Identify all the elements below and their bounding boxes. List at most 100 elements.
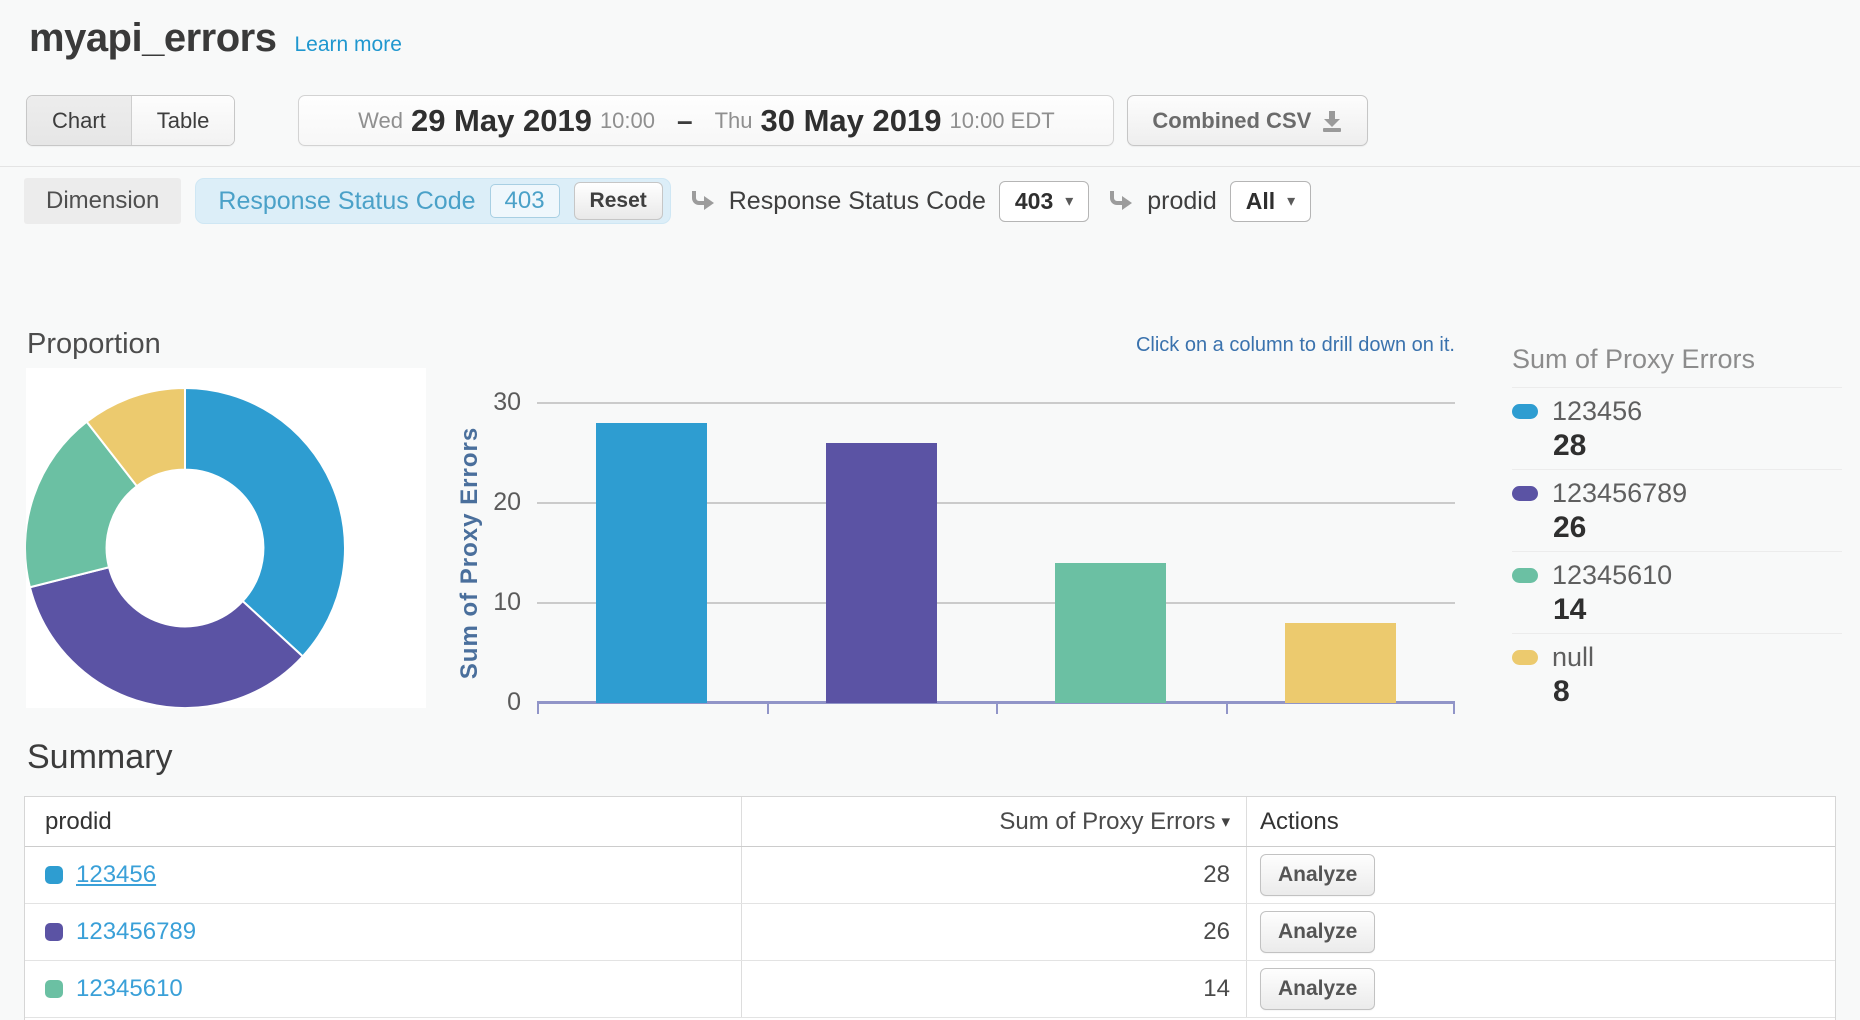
bar-null[interactable]	[1285, 623, 1396, 703]
y-tick-0: 0	[447, 688, 521, 717]
reset-filter-button[interactable]: Reset	[574, 182, 663, 220]
x-axis-tick	[767, 704, 769, 714]
chevron-down-icon: ▾	[1287, 191, 1295, 211]
start-date: 29 May 2019	[411, 103, 592, 139]
column-header-prodid[interactable]: prodid	[25, 797, 741, 846]
x-axis-tick	[996, 704, 998, 714]
proportion-title: Proportion	[27, 328, 161, 361]
drilldown-1-select[interactable]: 403 ▾	[999, 181, 1089, 222]
end-time: 10:00 EDT	[949, 108, 1054, 134]
legend-title: Sum of Proxy Errors	[1512, 340, 1842, 387]
sort-desc-icon: ▾	[1221, 812, 1230, 832]
view-toggle: Chart Table	[26, 95, 235, 146]
drilldown-2-select[interactable]: All ▾	[1230, 181, 1311, 222]
page-header: myapi_errors Learn more	[29, 16, 402, 61]
legend-color-chip	[1512, 568, 1538, 583]
start-day: Wed	[358, 108, 403, 134]
active-filter-chip: Response Status Code 403 Reset	[195, 178, 670, 224]
combined-csv-button[interactable]: Combined CSV	[1127, 95, 1368, 146]
summary-title: Summary	[27, 738, 172, 777]
y-tick-30: 30	[447, 388, 521, 417]
drilldown-hint: Click on a column to drill down on it.	[600, 334, 1455, 357]
legend-label: 123456789	[1552, 478, 1687, 509]
date-separator: –	[677, 105, 693, 137]
legend-label: null	[1552, 642, 1594, 673]
start-time: 10:00	[600, 108, 655, 134]
table-row-123456: 123456 28 Analyze	[25, 847, 1835, 904]
legend-color-chip	[1512, 404, 1538, 419]
column-header-actions: Actions	[1246, 797, 1835, 846]
bar-chart-y-axis-label: Sum of Proxy Errors	[456, 427, 484, 679]
legend-color-chip	[1512, 486, 1538, 501]
gridline-30	[537, 402, 1455, 404]
legend-value: 8	[1512, 675, 1842, 709]
table-row-123456789: 123456789 26 Analyze	[25, 904, 1835, 961]
actions-cell: Analyze	[1246, 847, 1835, 903]
chart-legend: Sum of Proxy Errors 12345628123456789261…	[1512, 340, 1842, 715]
analyze-button[interactable]: Analyze	[1260, 854, 1375, 896]
prodid-link[interactable]: 123456789	[76, 918, 196, 946]
active-filter-name: Response Status Code	[218, 187, 475, 216]
prodid-link[interactable]: 123456	[76, 861, 156, 889]
chart-view-button[interactable]: Chart	[27, 96, 131, 145]
analyze-button[interactable]: Analyze	[1260, 968, 1375, 1010]
section-divider	[0, 166, 1860, 167]
y-tick-20: 20	[447, 488, 521, 517]
filter-bar: Dimension Response Status Code 403 Reset…	[24, 178, 1311, 224]
learn-more-link[interactable]: Learn more	[294, 33, 401, 57]
bar-123456[interactable]	[596, 423, 707, 703]
download-icon	[1321, 110, 1343, 132]
legend-value: 26	[1512, 511, 1842, 545]
value-cell: 14	[741, 961, 1246, 1017]
value-cell: 26	[741, 904, 1246, 960]
value-cell: 28	[741, 847, 1246, 903]
y-tick-10: 10	[447, 588, 521, 617]
actions-cell: Analyze	[1246, 904, 1835, 960]
x-axis-tick	[537, 704, 539, 714]
bar-12345610[interactable]	[1055, 563, 1166, 703]
date-range-picker[interactable]: Wed 29 May 2019 10:00 – Thu 30 May 2019 …	[298, 95, 1114, 146]
table-row-12345610: 12345610 14 Analyze	[25, 961, 1835, 1018]
end-day: Thu	[715, 108, 753, 134]
toolbar: Chart Table Wed 29 May 2019 10:00 – Thu …	[26, 95, 1368, 146]
x-axis-tick	[1453, 704, 1455, 714]
legend-item-123456789: 12345678926	[1512, 469, 1842, 551]
bar-123456789[interactable]	[826, 443, 937, 703]
drilldown-1-value: 403	[1015, 188, 1053, 215]
summary-table-body: 12345628Analyze12345678926Analyze1234561…	[25, 847, 1835, 1018]
legend-items: 12345628123456789261234561014null8	[1512, 387, 1842, 715]
bar-chart-plot-area: 3020100	[537, 403, 1455, 703]
prodid-cell: 12345610	[25, 961, 741, 1017]
prodid-cell: 123456	[25, 847, 741, 903]
legend-item-12345610: 1234561014	[1512, 551, 1842, 633]
legend-color-chip	[1512, 650, 1538, 665]
proportion-donut-chart[interactable]	[26, 368, 426, 708]
drilldown-2-name: prodid	[1147, 187, 1217, 216]
drilldown-arrow-icon	[1107, 190, 1133, 212]
donut-slice-123456[interactable]	[185, 388, 345, 656]
legend-label: 12345610	[1552, 560, 1672, 591]
table-view-button[interactable]: Table	[131, 96, 235, 145]
legend-label: 123456	[1552, 396, 1642, 427]
proportion-donut-card	[26, 368, 426, 708]
drilldown-arrow-icon	[689, 190, 715, 212]
row-color-chip	[45, 866, 63, 884]
x-axis-tick	[1226, 704, 1228, 714]
legend-item-null: null8	[1512, 633, 1842, 715]
end-date: 30 May 2019	[761, 103, 942, 139]
legend-value: 14	[1512, 593, 1842, 627]
active-filter-value: 403	[490, 184, 560, 218]
row-color-chip	[45, 923, 63, 941]
legend-value: 28	[1512, 429, 1842, 463]
dimension-label: Dimension	[24, 178, 181, 224]
chevron-down-icon: ▾	[1065, 191, 1073, 211]
prodid-link[interactable]: 12345610	[76, 975, 183, 1003]
column-header-sum-of-proxy-errors[interactable]: Sum of Proxy Errors▾	[741, 797, 1246, 846]
row-color-chip	[45, 980, 63, 998]
actions-cell: Analyze	[1246, 961, 1835, 1017]
page-title: myapi_errors	[29, 16, 276, 61]
prodid-cell: 123456789	[25, 904, 741, 960]
summary-table: prodid Sum of Proxy Errors▾ Actions 1234…	[24, 796, 1836, 1020]
analyze-button[interactable]: Analyze	[1260, 911, 1375, 953]
combined-csv-label: Combined CSV	[1152, 108, 1311, 134]
